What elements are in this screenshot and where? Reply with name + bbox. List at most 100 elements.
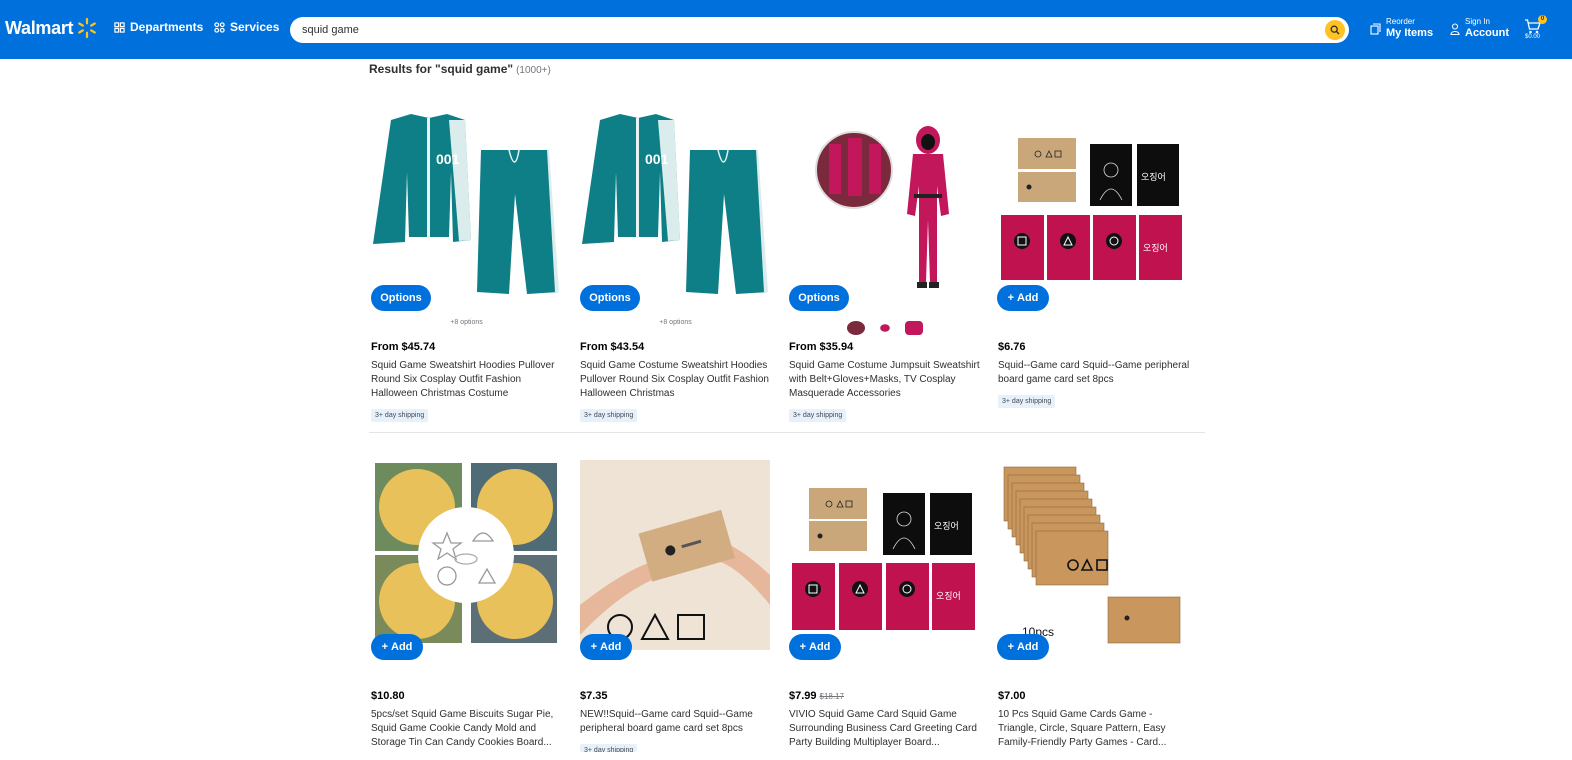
product-price: $7.00 xyxy=(998,690,1026,702)
options-count: +8 options xyxy=(450,319,483,326)
add-to-cart-button[interactable]: + Add xyxy=(789,634,841,660)
plus-icon: + xyxy=(590,641,598,653)
tracksuit-image: 001 xyxy=(373,114,561,294)
user-icon xyxy=(1450,22,1460,35)
add-label: Add xyxy=(391,641,413,653)
options-label: Options xyxy=(589,292,631,304)
product-price: $7.99 $18.17 xyxy=(789,690,844,702)
reorder-label: Reorder xyxy=(1386,17,1415,26)
departments-label: Departments xyxy=(130,20,204,34)
shipping-badge: 3+ day shipping xyxy=(789,409,847,422)
product-price: From $45.74 xyxy=(371,341,436,353)
shipping-badge: 3+ day shipping xyxy=(580,744,638,752)
shipping-badge: 3+ day shipping xyxy=(580,409,638,422)
reorder-my-items[interactable]: Reorder My Items xyxy=(1370,17,1433,40)
swatch[interactable] xyxy=(846,321,865,335)
departments-button[interactable]: Departments xyxy=(114,20,203,34)
product-price: From $35.94 xyxy=(789,341,854,353)
jumpsuit-image xyxy=(815,126,949,288)
product-price: $7.35 xyxy=(580,690,608,702)
product-title[interactable]: 10 Pcs Squid Game Cards Game - Triangle,… xyxy=(998,708,1190,750)
product-image[interactable]: 오징어 오징어 xyxy=(996,102,1191,297)
product-price: From $43.54 xyxy=(580,341,645,353)
cookie-mold-image xyxy=(375,463,557,643)
color-swatches xyxy=(787,321,982,335)
spark-icon xyxy=(78,17,97,39)
options-count: +8 options xyxy=(659,319,692,326)
product-image[interactable]: 001 xyxy=(369,102,564,297)
kraft-cards-image: 10pcs xyxy=(1003,466,1181,644)
add-label: Add xyxy=(1017,292,1039,304)
brand-name: Walmart xyxy=(5,17,74,38)
results-query: Results for "squid game" xyxy=(369,62,514,76)
current-price: $7.99 xyxy=(789,690,817,702)
shipping-badge: 3+ day shipping xyxy=(998,395,1056,408)
product-title[interactable]: Squid Game Sweatshirt Hoodies Pullover R… xyxy=(371,359,563,401)
header-bar: Walmart Departments Services squid game … xyxy=(0,0,1572,59)
product-title[interactable]: VIVIO Squid Game Card Squid Game Surroun… xyxy=(789,708,981,750)
add-to-cart-button[interactable]: + Add xyxy=(997,285,1049,311)
plus-icon: + xyxy=(799,641,807,653)
cart-button[interactable]: 0 $0.00 xyxy=(1524,15,1547,45)
services-icon xyxy=(214,21,225,33)
product-price: $10.80 xyxy=(371,690,405,702)
sign-in-label: Sign In xyxy=(1465,17,1490,26)
plus-icon: + xyxy=(1007,292,1015,304)
add-label: Add xyxy=(1017,641,1039,653)
swatch[interactable] xyxy=(904,321,923,335)
card-set-image: 오징어 오징어 xyxy=(792,488,975,630)
options-label: Options xyxy=(798,292,840,304)
search-bar xyxy=(290,17,1349,43)
product-image[interactable] xyxy=(369,455,564,650)
options-button[interactable]: Options xyxy=(580,285,640,311)
walmart-logo[interactable]: Walmart xyxy=(5,17,98,39)
svg-text:오징어: 오징어 xyxy=(1141,172,1166,183)
search-button[interactable] xyxy=(1325,20,1345,40)
product-image[interactable] xyxy=(578,455,773,650)
swatch[interactable] xyxy=(875,321,894,335)
plus-icon: + xyxy=(381,641,389,653)
account-label: Account xyxy=(1465,27,1509,39)
svg-text:오징어: 오징어 xyxy=(936,591,961,602)
svg-text:001: 001 xyxy=(436,151,460,167)
card-set-image: 오징어 오징어 xyxy=(1001,138,1182,280)
product-title[interactable]: Squid Game Costume Sweatshirt Hoodies Pu… xyxy=(580,359,772,401)
services-label: Services xyxy=(230,20,280,34)
cart-total: $0.00 xyxy=(1525,34,1541,40)
product-image[interactable]: 001 xyxy=(578,102,773,297)
options-button[interactable]: Options xyxy=(371,285,431,311)
add-label: Add xyxy=(809,641,831,653)
product-image[interactable]: 10pcs xyxy=(996,455,1191,650)
my-items-label: My Items xyxy=(1386,27,1434,39)
svg-text:오징어: 오징어 xyxy=(934,521,959,532)
product-title[interactable]: NEW!!Squid--Game card Squid--Game periph… xyxy=(580,708,772,736)
cart-count-badge: 0 xyxy=(1538,15,1547,24)
product-title[interactable]: Squid Game Costume Jumpsuit Sweatshirt w… xyxy=(789,359,981,401)
account-menu[interactable]: Sign In Account xyxy=(1450,17,1509,40)
services-button[interactable]: Services xyxy=(214,20,279,34)
shipping-badge: 3+ day shipping xyxy=(371,409,429,422)
was-price: $18.17 xyxy=(819,692,844,701)
add-to-cart-button[interactable]: + Add xyxy=(997,634,1049,660)
add-label: Add xyxy=(600,641,622,653)
product-price: $6.76 xyxy=(998,341,1026,353)
plus-icon: + xyxy=(1007,641,1015,653)
search-input[interactable] xyxy=(290,17,1325,43)
results-count: (1000+) xyxy=(516,65,551,76)
product-title[interactable]: Squid--Game card Squid--Game peripheral … xyxy=(998,359,1190,387)
tracksuit-image: 001 xyxy=(582,114,770,294)
grid-icon xyxy=(114,21,125,33)
results-heading: Results for "squid game" (1000+) xyxy=(369,62,551,76)
product-image[interactable] xyxy=(787,102,982,297)
svg-text:오징어: 오징어 xyxy=(1143,243,1168,254)
product-title[interactable]: 5pcs/set Squid Game Biscuits Sugar Pie, … xyxy=(371,708,563,750)
options-label: Options xyxy=(380,292,422,304)
row-divider xyxy=(369,432,1205,433)
add-to-cart-button[interactable]: + Add xyxy=(580,634,632,660)
options-button[interactable]: Options xyxy=(789,285,849,311)
reorder-icon xyxy=(1370,22,1381,35)
business-card-image xyxy=(580,460,770,650)
search-icon xyxy=(1330,25,1340,35)
add-to-cart-button[interactable]: + Add xyxy=(371,634,423,660)
product-image[interactable]: 오징어 오징어 xyxy=(787,455,982,650)
